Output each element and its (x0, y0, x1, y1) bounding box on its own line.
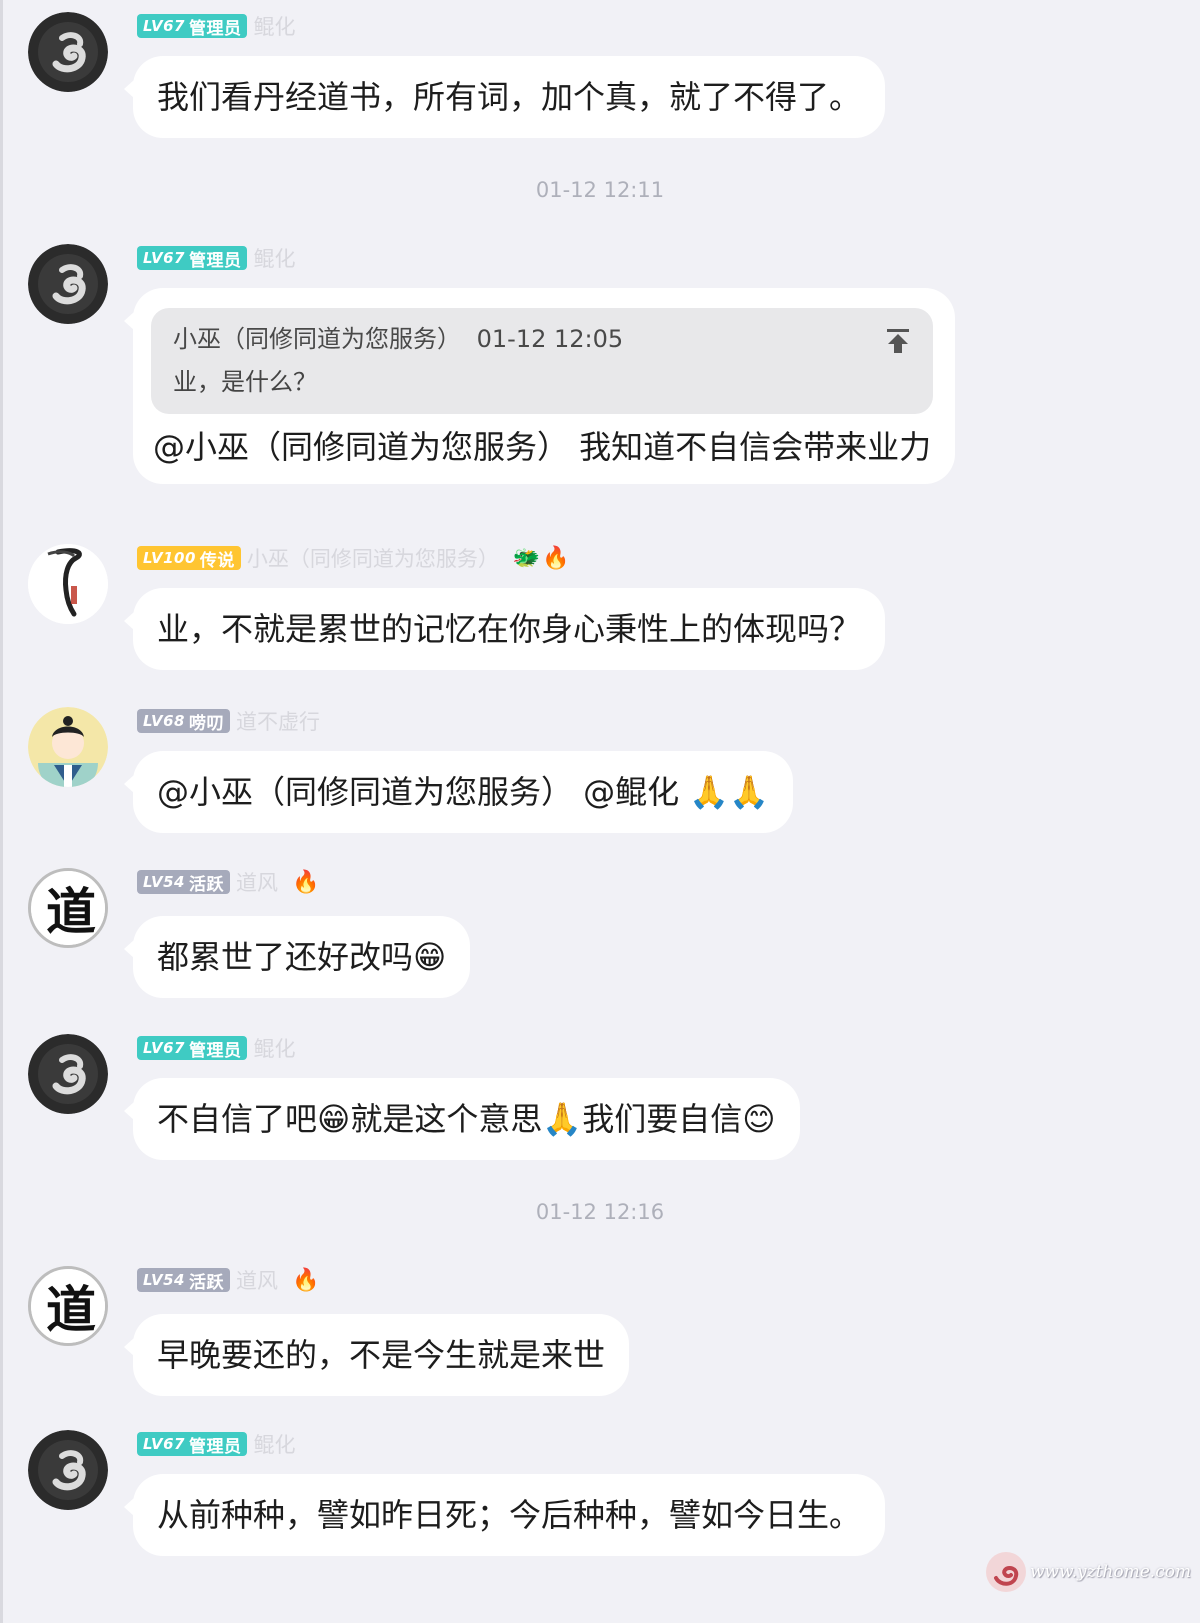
sender-name[interactable]: 道风 (236, 1265, 278, 1295)
sender-name[interactable]: 鲲化 (253, 243, 295, 273)
watermark: www.yzthome.com (984, 1550, 1191, 1594)
sender-name[interactable]: 鲲化 (253, 1033, 295, 1063)
level-badge: LV54 活跃 (137, 870, 230, 895)
level-badge: LV54 活跃 (137, 1268, 230, 1293)
level-badge: LV67 管理员 (137, 246, 248, 271)
message-bubble[interactable]: 我们看丹经道书，所有词，加个真，就了不得了。 (123, 56, 886, 138)
quote-text: 业，是什么？ (173, 368, 317, 396)
sender-meta: LV67 管理员 鲲化 (137, 1034, 295, 1062)
avatar[interactable]: 道 (28, 868, 108, 948)
sender-meta: LV68 唠叨 道不虚行 (137, 707, 320, 735)
sender-name[interactable]: 道风 (236, 867, 278, 897)
message-bubble[interactable]: @小巫（同修同道为您服务） @鲲化 🙏🙏 (123, 751, 794, 833)
watermark-text: www.yzthome.com (1030, 1562, 1192, 1582)
quote-time: 01-12 12:05 (476, 325, 624, 353)
timestamp: 01-12 12:16 (535, 1200, 665, 1224)
fire-icon: 🔥 (291, 869, 320, 895)
level-badge: LV67 管理员 (137, 14, 248, 39)
avatar[interactable] (28, 244, 108, 324)
sender-meta: LV67 管理员 鲲化 (137, 244, 295, 272)
avatar[interactable] (28, 1034, 108, 1114)
arrow-up-to-top-icon[interactable] (883, 326, 913, 356)
message-bubble[interactable]: 小巫（同修同道为您服务） 01-12 12:05 业，是什么？ @小巫（同修同道… (123, 288, 956, 484)
sender-name[interactable]: 鲲化 (253, 1429, 295, 1459)
sender-meta: LV54 活跃 道风 🔥 (137, 1266, 319, 1294)
sender-name[interactable]: 小巫（同修同道为您服务） (247, 543, 499, 573)
message-bubble[interactable]: 都累世了还好改吗😁 (123, 916, 471, 998)
svg-text:道: 道 (46, 882, 96, 941)
avatar[interactable] (28, 544, 108, 624)
avatar[interactable] (28, 12, 108, 92)
quote-author: 小巫（同修同道为您服务） (173, 325, 461, 353)
quoted-message[interactable]: 小巫（同修同道为您服务） 01-12 12:05 业，是什么？ (151, 308, 934, 414)
message-bubble[interactable]: 业，不就是累世的记忆在你身心秉性上的体现吗？ (123, 588, 886, 670)
timestamp: 01-12 12:11 (535, 178, 665, 202)
level-badge: LV68 唠叨 (137, 709, 230, 734)
avatar[interactable]: 道 (28, 1266, 108, 1346)
sender-meta: LV100 传说 小巫（同修同道为您服务） 🐲 🔥 (137, 544, 570, 572)
level-badge: LV67 管理员 (137, 1036, 248, 1061)
quote-header: 小巫（同修同道为您服务） 01-12 12:05 (173, 322, 911, 356)
message-text: @小巫（同修同道为您服务） 我知道不自信会带来业力 (153, 428, 932, 466)
left-edge-divider (0, 0, 3, 1623)
level-badge: LV100 传说 (137, 546, 241, 571)
sender-meta: LV54 活跃 道风 🔥 (137, 868, 319, 896)
message-bubble[interactable]: 从前种种，譬如昨日死；今后种种，譬如今日生。 (123, 1474, 886, 1556)
message-bubble[interactable]: 不自信了吧😁就是这个意思🙏我们要自信😊 (124, 1078, 800, 1160)
sender-meta: LV67 管理员 鲲化 (137, 12, 295, 40)
sender-name[interactable]: 鲲化 (253, 11, 295, 41)
level-badge: LV67 管理员 (137, 1432, 248, 1457)
fire-icon: 🔥 (542, 545, 570, 571)
svg-text:道: 道 (46, 1280, 96, 1339)
message-bubble[interactable]: 早晚要还的，不是今生就是来世 (123, 1314, 630, 1396)
fire-icon: 🔥 (291, 1267, 320, 1293)
avatar[interactable] (28, 707, 108, 787)
avatar[interactable] (28, 1430, 108, 1510)
dragon-icon: 🐲 (512, 545, 541, 571)
site-logo-icon (986, 1552, 1026, 1592)
sender-meta: LV67 管理员 鲲化 (137, 1430, 295, 1458)
sender-name[interactable]: 道不虚行 (236, 706, 320, 736)
